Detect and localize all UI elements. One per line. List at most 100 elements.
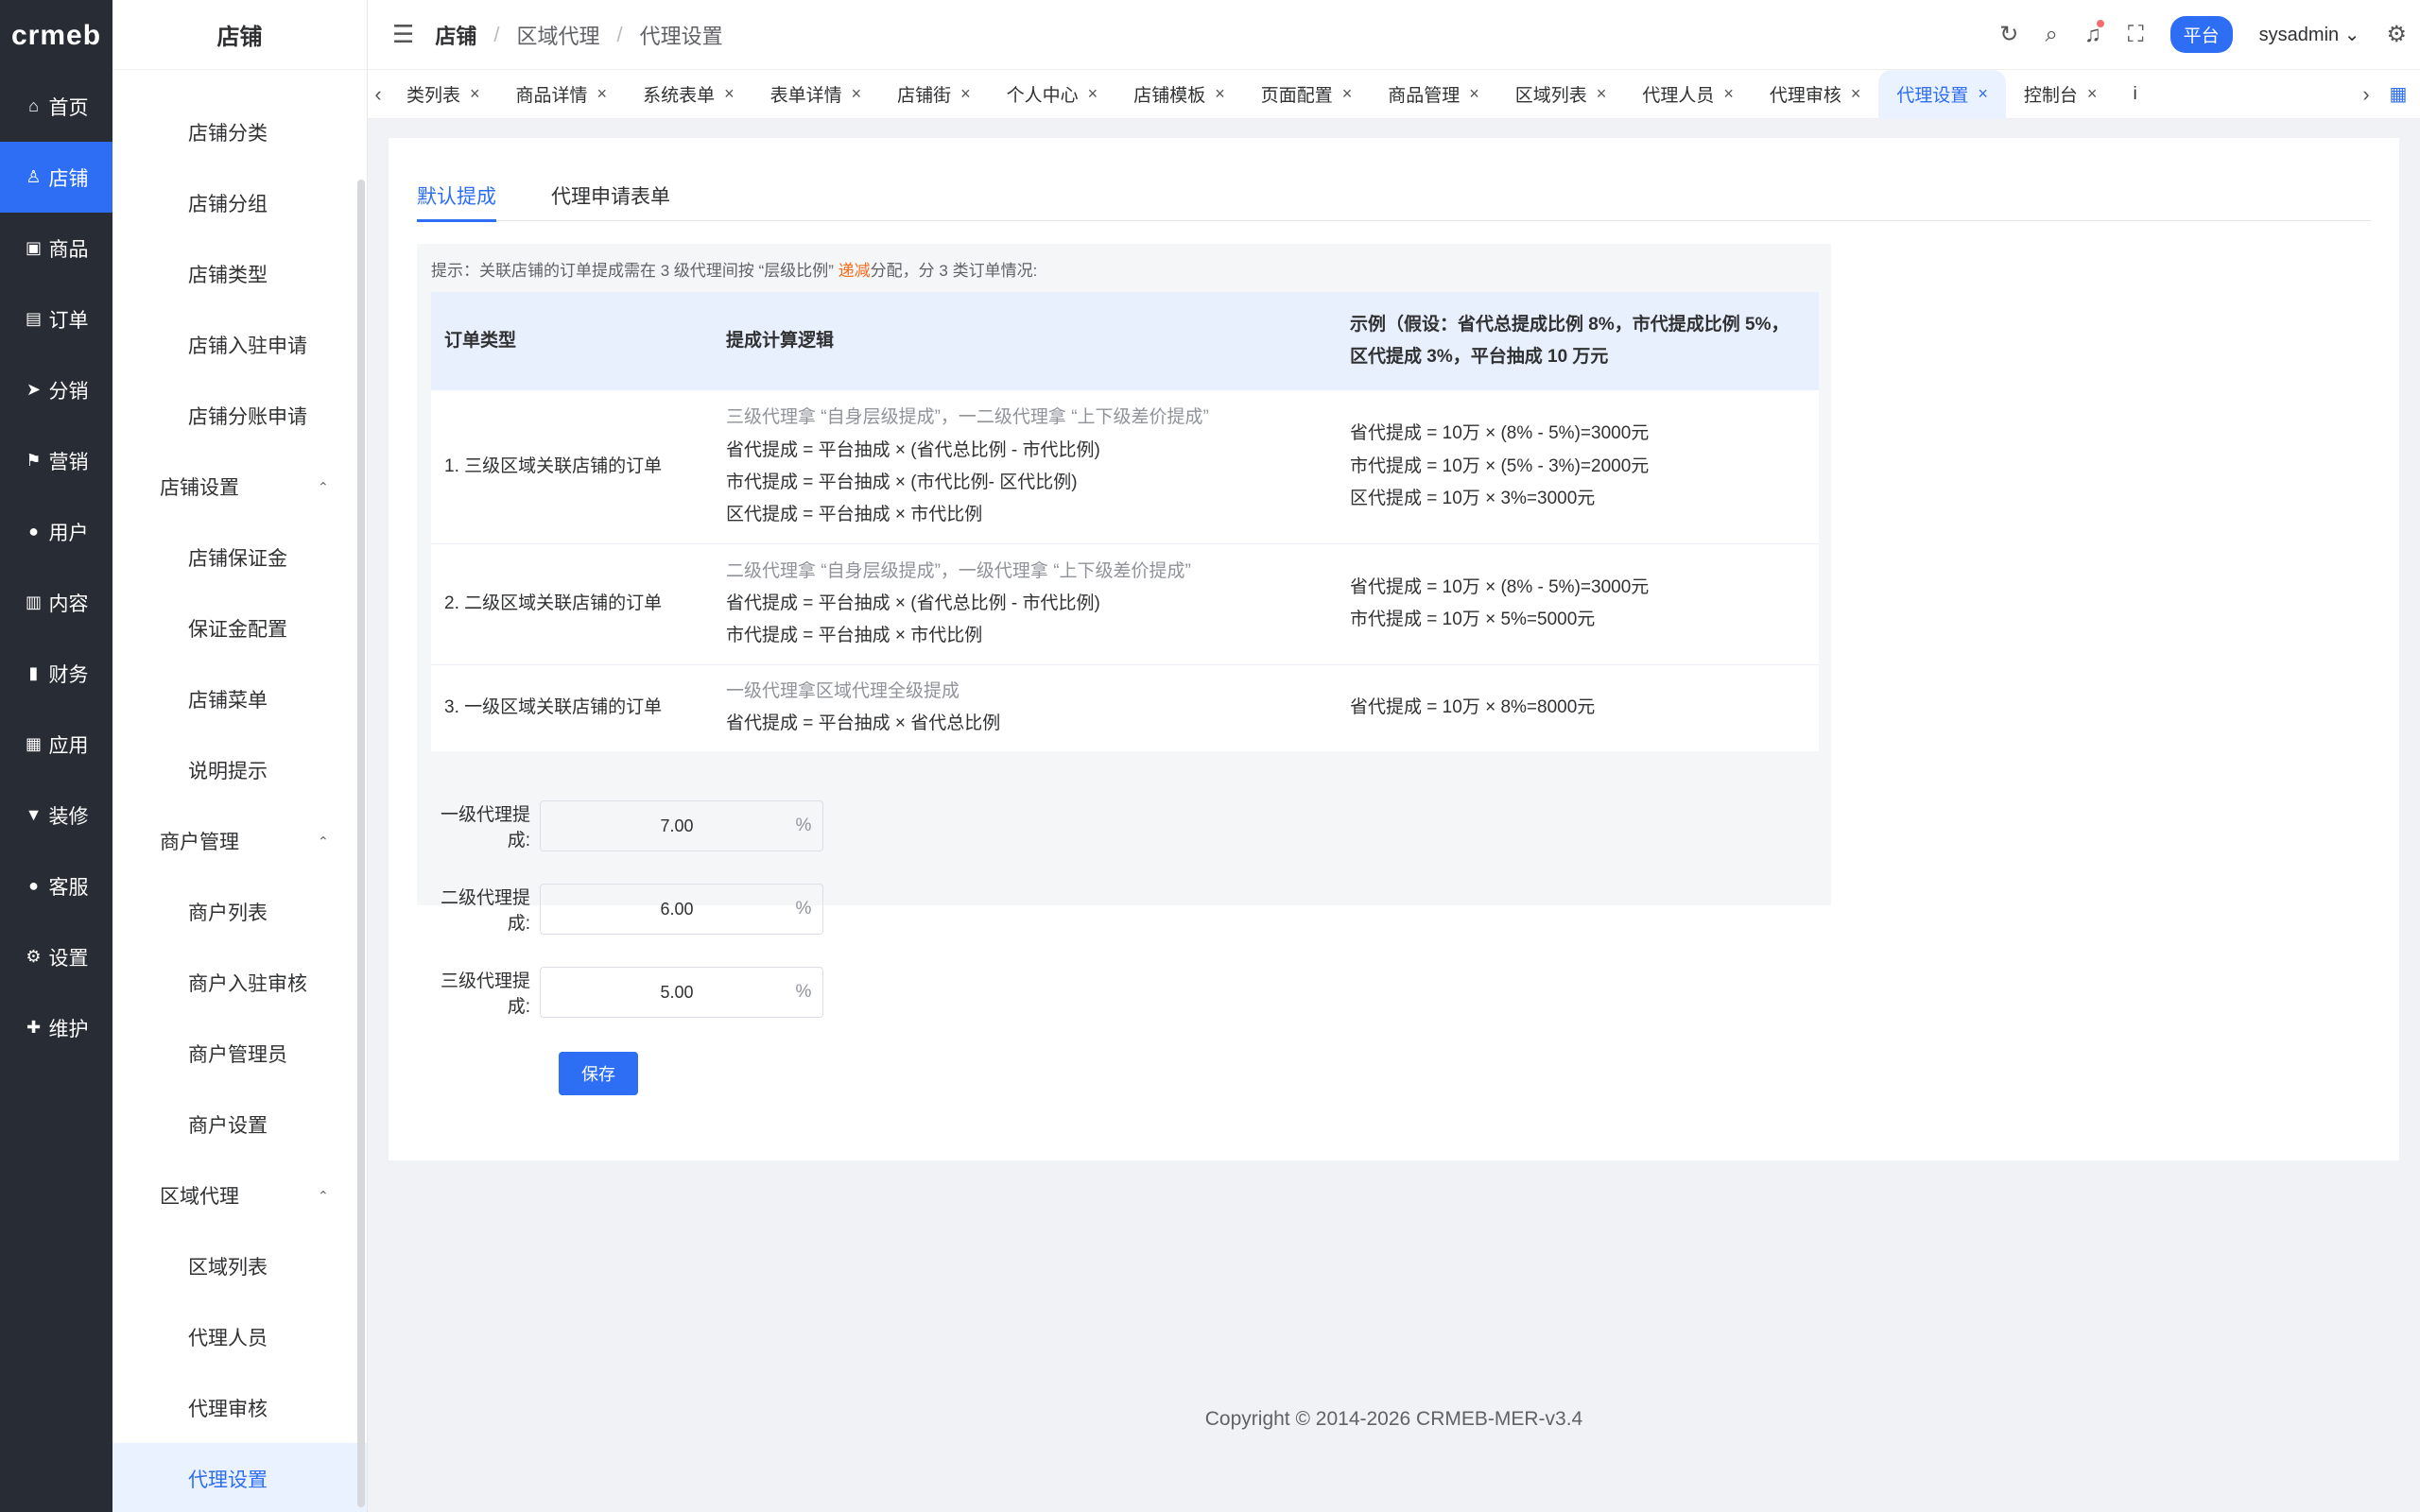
level3-label: 三级代理提成: bbox=[440, 971, 530, 1017]
close-icon[interactable]: × bbox=[724, 84, 735, 104]
menu-item-notice[interactable]: 说明提示 bbox=[112, 734, 367, 805]
rail-item-marketing[interactable]: ⚑ 营销 bbox=[0, 425, 112, 496]
table-header-row: 订单类型 提成计算逻辑 示例（假设：省代总提成比例 8%，市代提成比例 5%，区… bbox=[431, 292, 1819, 390]
tab-item[interactable]: i bbox=[2115, 70, 2154, 119]
gear-icon[interactable]: ⚙ bbox=[2386, 21, 2407, 48]
menu-item-region-list[interactable]: 区域列表 bbox=[112, 1230, 367, 1301]
close-icon[interactable]: × bbox=[960, 84, 971, 104]
rail-item-maintenance[interactable]: ✚ 维护 bbox=[0, 992, 112, 1063]
headset-icon: ● bbox=[28, 876, 39, 895]
rail-item-finance[interactable]: ▮ 财务 bbox=[0, 638, 112, 709]
brush-icon: ▼ bbox=[25, 805, 43, 824]
menu-item-shop-category[interactable]: 店铺分类 bbox=[112, 96, 367, 167]
menu-group-shop-settings[interactable]: 店铺设置 ⌄ bbox=[112, 451, 367, 522]
bar-chart-icon: ▮ bbox=[28, 663, 39, 682]
refresh-icon[interactable]: ↻ bbox=[1999, 21, 2018, 48]
copyright: Copyright © 2014-2026 CRMEB-MER-v3.4 bbox=[1204, 1408, 1583, 1430]
tab-item[interactable]: 店铺街 × bbox=[879, 70, 989, 119]
rail-item-decoration[interactable]: ▼ 装修 bbox=[0, 780, 112, 850]
chevron-up-icon: ⌄ bbox=[318, 479, 329, 494]
menu-item-agent-audit[interactable]: 代理审核 bbox=[112, 1372, 367, 1443]
menu-item-shop-apply[interactable]: 店铺入驻申请 bbox=[112, 309, 367, 380]
grid-icon[interactable]: ▦ bbox=[2377, 82, 2420, 106]
menu-item-merchant-audit[interactable]: 商户入驻审核 bbox=[112, 947, 367, 1018]
tab-item-active[interactable]: 代理设置 × bbox=[1878, 69, 2006, 119]
tab-item[interactable]: 类列表 × bbox=[389, 70, 498, 119]
commission-rules-table: 订单类型 提成计算逻辑 示例（假设：省代总提成比例 8%，市代提成比例 5%，区… bbox=[431, 292, 1819, 751]
menu-item-shop-group[interactable]: 店铺分组 bbox=[112, 167, 367, 238]
close-icon[interactable]: × bbox=[1215, 84, 1225, 104]
rail-item-shop[interactable]: ♙ 店铺 bbox=[0, 142, 112, 213]
breadcrumb-item[interactable]: 区域代理 bbox=[516, 20, 599, 50]
tab-item[interactable]: 代理审核 × bbox=[1752, 70, 1879, 119]
menu-item-merchant-admin[interactable]: 商户管理员 bbox=[112, 1018, 367, 1089]
close-icon[interactable]: × bbox=[2087, 84, 2098, 104]
tab-item[interactable]: 表单详情 × bbox=[752, 70, 880, 119]
menu-item-shop-deposit[interactable]: 店铺保证金 bbox=[112, 522, 367, 593]
breadcrumb-item[interactable]: 店铺 bbox=[435, 20, 476, 50]
tab-item[interactable]: 代理人员 × bbox=[1624, 70, 1752, 119]
gear-icon: ⚙ bbox=[26, 947, 42, 966]
fullscreen-icon[interactable]: ⛶ bbox=[2128, 22, 2144, 48]
close-icon[interactable]: × bbox=[597, 84, 608, 104]
menu-item-merchant-list[interactable]: 商户列表 bbox=[112, 876, 367, 947]
grid-icon: ▦ bbox=[25, 734, 42, 753]
menu-item-shop-split-apply[interactable]: 店铺分账申请 bbox=[112, 380, 367, 451]
rail-item-apps[interactable]: ▦ 应用 bbox=[0, 709, 112, 780]
clipboard-icon: ▤ bbox=[25, 309, 42, 328]
close-icon[interactable]: × bbox=[1597, 84, 1607, 104]
menu-group-merchant[interactable]: 商户管理 ⌄ bbox=[112, 805, 367, 876]
user-menu[interactable]: sysadmin ⌄ bbox=[2259, 23, 2360, 46]
tab-agent-apply-form[interactable]: 代理申请表单 bbox=[551, 181, 670, 221]
close-icon[interactable]: × bbox=[1469, 84, 1479, 104]
menu-item-shop-menu[interactable]: 店铺菜单 bbox=[112, 663, 367, 734]
menu-toggle-icon[interactable]: ☰ bbox=[392, 20, 414, 49]
level1-commission-input[interactable]: 7.00 % bbox=[540, 800, 823, 851]
column-header: 示例（假设：省代总提成比例 8%，市代提成比例 5%，区代提成 3%，平台抽成 … bbox=[1337, 292, 1819, 390]
menu-item-deposit-config[interactable]: 保证金配置 bbox=[112, 593, 367, 663]
rail-item-home[interactable]: ⌂ 首页 bbox=[0, 71, 112, 142]
chevron-left-icon[interactable]: ‹ bbox=[368, 82, 389, 107]
bell-icon[interactable]: ♫ bbox=[2084, 19, 2104, 48]
rail-item-distribution[interactable]: ➤ 分销 bbox=[0, 354, 112, 425]
rail-item-users[interactable]: ● 用户 bbox=[0, 496, 112, 567]
menu-item-agent-staff[interactable]: 代理人员 bbox=[112, 1301, 367, 1372]
tab-item[interactable]: 个人中心 × bbox=[989, 70, 1116, 119]
menu-item-merchant-settings[interactable]: 商户设置 bbox=[112, 1089, 367, 1160]
tab-item[interactable]: 系统表单 × bbox=[625, 70, 752, 119]
rail-item-settings[interactable]: ⚙ 设置 bbox=[0, 921, 112, 992]
chevron-right-icon[interactable]: › bbox=[2356, 82, 2377, 107]
tab-item[interactable]: 商品管理 × bbox=[1370, 70, 1497, 119]
chevron-up-icon: ⌄ bbox=[318, 833, 329, 849]
rail-item-orders[interactable]: ▤ 订单 bbox=[0, 284, 112, 354]
menu-item-shop-type[interactable]: 店铺类型 bbox=[112, 238, 367, 309]
menu-item-agent-settings[interactable]: 代理设置 bbox=[112, 1443, 367, 1512]
tab-default-commission[interactable]: 默认提成 bbox=[417, 181, 496, 222]
bag-icon: ▣ bbox=[25, 238, 42, 257]
platform-button[interactable]: 平台 bbox=[2169, 16, 2233, 53]
search-icon[interactable]: ⌕ bbox=[2045, 22, 2057, 48]
level2-commission-input[interactable]: 6.00 % bbox=[540, 884, 823, 935]
close-icon[interactable]: × bbox=[1978, 84, 1988, 104]
tab-item[interactable]: 店铺模板 × bbox=[1115, 70, 1243, 119]
column-header: 提成计算逻辑 bbox=[713, 292, 1337, 390]
tab-item[interactable]: 控制台 × bbox=[2006, 70, 2116, 119]
chevron-up-icon: ⌄ bbox=[318, 1188, 329, 1203]
tab-item[interactable]: 商品详情 × bbox=[498, 70, 626, 119]
close-icon[interactable]: × bbox=[1088, 84, 1098, 104]
crmeb-logo[interactable]: crmeb bbox=[0, 0, 112, 71]
close-icon[interactable]: × bbox=[1723, 84, 1734, 104]
rail-item-content[interactable]: ▥ 内容 bbox=[0, 567, 112, 638]
close-icon[interactable]: × bbox=[852, 84, 862, 104]
close-icon[interactable]: × bbox=[1851, 84, 1861, 104]
rail-item-service[interactable]: ● 客服 bbox=[0, 850, 112, 921]
menu-group-agent[interactable]: 区域代理 ⌄ bbox=[112, 1160, 367, 1230]
level3-commission-input[interactable]: 5.00 % bbox=[540, 967, 823, 1018]
close-icon[interactable]: × bbox=[470, 84, 480, 104]
tab-item[interactable]: 区域列表 × bbox=[1497, 70, 1625, 119]
menu-scrollbar[interactable] bbox=[357, 180, 365, 1507]
close-icon[interactable]: × bbox=[1342, 84, 1353, 104]
save-button[interactable]: 保存 bbox=[559, 1052, 638, 1095]
rail-item-goods[interactable]: ▣ 商品 bbox=[0, 213, 112, 284]
tab-item[interactable]: 页面配置 × bbox=[1243, 70, 1371, 119]
